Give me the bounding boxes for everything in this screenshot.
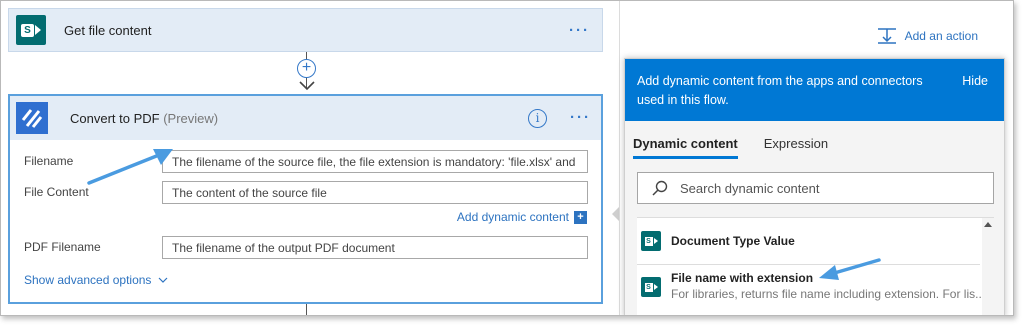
item-description: For libraries, returns file name includi…	[671, 287, 986, 301]
pdf-filename-row: PDF Filename The filename of the output …	[24, 235, 594, 259]
more-options-icon[interactable]: ···	[570, 109, 591, 126]
convert-to-pdf-card: Convert to PDF (Preview) i ··· Filename …	[8, 94, 603, 304]
get-file-content-title: Get file content	[64, 22, 152, 38]
convert-card-header[interactable]: Convert to PDF (Preview) i ···	[10, 96, 601, 140]
search-icon	[652, 180, 668, 196]
annotation-arrow	[819, 258, 881, 280]
show-advanced-options-link[interactable]: Show advanced options	[24, 273, 168, 287]
convert-to-pdf-title: Convert to PDF (Preview)	[70, 111, 218, 126]
encodian-logo-icon	[16, 102, 48, 134]
add-action-icon	[877, 28, 896, 44]
file-content-input[interactable]: The content of the source file	[162, 180, 588, 204]
chevron-down-icon	[158, 277, 168, 283]
sharepoint-icon: S	[16, 15, 46, 45]
right-panel: Add an action Add dynamic content from t…	[619, 1, 1013, 315]
info-icon[interactable]: i	[528, 109, 547, 128]
arrow-down-icon	[299, 81, 315, 91]
plus-icon: +	[574, 210, 587, 224]
tab-expression[interactable]: Expression	[764, 136, 828, 155]
scroll-up-icon[interactable]	[984, 222, 992, 227]
annotation-arrow	[87, 149, 173, 185]
list-item-document-type-value[interactable]: S Document Type Value	[637, 231, 980, 251]
add-dynamic-content-link[interactable]: Add dynamic content +	[457, 210, 587, 224]
item-name: Document Type Value	[671, 234, 795, 248]
pdf-filename-label: PDF Filename	[24, 240, 101, 254]
panel-pointer	[612, 207, 619, 221]
list-item-file-name-with-extension[interactable]: S File name with extension For libraries…	[637, 271, 985, 301]
more-options-icon[interactable]: ···	[569, 22, 590, 39]
flow-canvas: S Get file content ··· + Convert to PDF …	[1, 1, 619, 315]
insert-step-button[interactable]: +	[297, 59, 316, 78]
dynamic-content-description: Add dynamic content from the apps and co…	[637, 74, 923, 107]
scrollbar[interactable]	[982, 218, 994, 315]
dynamic-content-panel: Add dynamic content from the apps and co…	[624, 58, 1005, 315]
tab-dynamic-content[interactable]: Dynamic content	[633, 136, 738, 159]
search-placeholder: Search dynamic content	[680, 180, 820, 196]
add-dynamic-content-label: Add dynamic content	[456, 210, 569, 224]
pdf-filename-input[interactable]: The filename of the output PDF document	[162, 235, 588, 259]
title-text: Convert to PDF	[70, 110, 160, 126]
search-dynamic-content-input[interactable]: Search dynamic content	[637, 172, 994, 204]
add-an-action-label: Add an action	[904, 29, 978, 43]
preview-badge: (Preview)	[163, 110, 219, 126]
connector-line	[306, 304, 307, 315]
dynamic-content-tabs: Dynamic content Expression	[625, 121, 1004, 165]
dynamic-content-header: Add dynamic content from the apps and co…	[625, 59, 1004, 121]
show-advanced-label: Show advanced options	[24, 273, 152, 287]
window-frame: S Get file content ··· + Convert to PDF …	[0, 0, 1014, 316]
hide-button[interactable]: Hide	[962, 72, 988, 91]
sharepoint-icon: S	[641, 277, 661, 297]
get-file-content-card[interactable]: S Get file content ···	[8, 8, 603, 52]
filename-input[interactable]: The filename of the source file, the fil…	[162, 149, 588, 173]
add-an-action-button[interactable]: Add an action	[877, 27, 978, 45]
list-divider	[637, 264, 980, 265]
dynamic-content-list: S Document Type Value S File name with e…	[637, 217, 994, 315]
sharepoint-icon: S	[641, 231, 661, 251]
